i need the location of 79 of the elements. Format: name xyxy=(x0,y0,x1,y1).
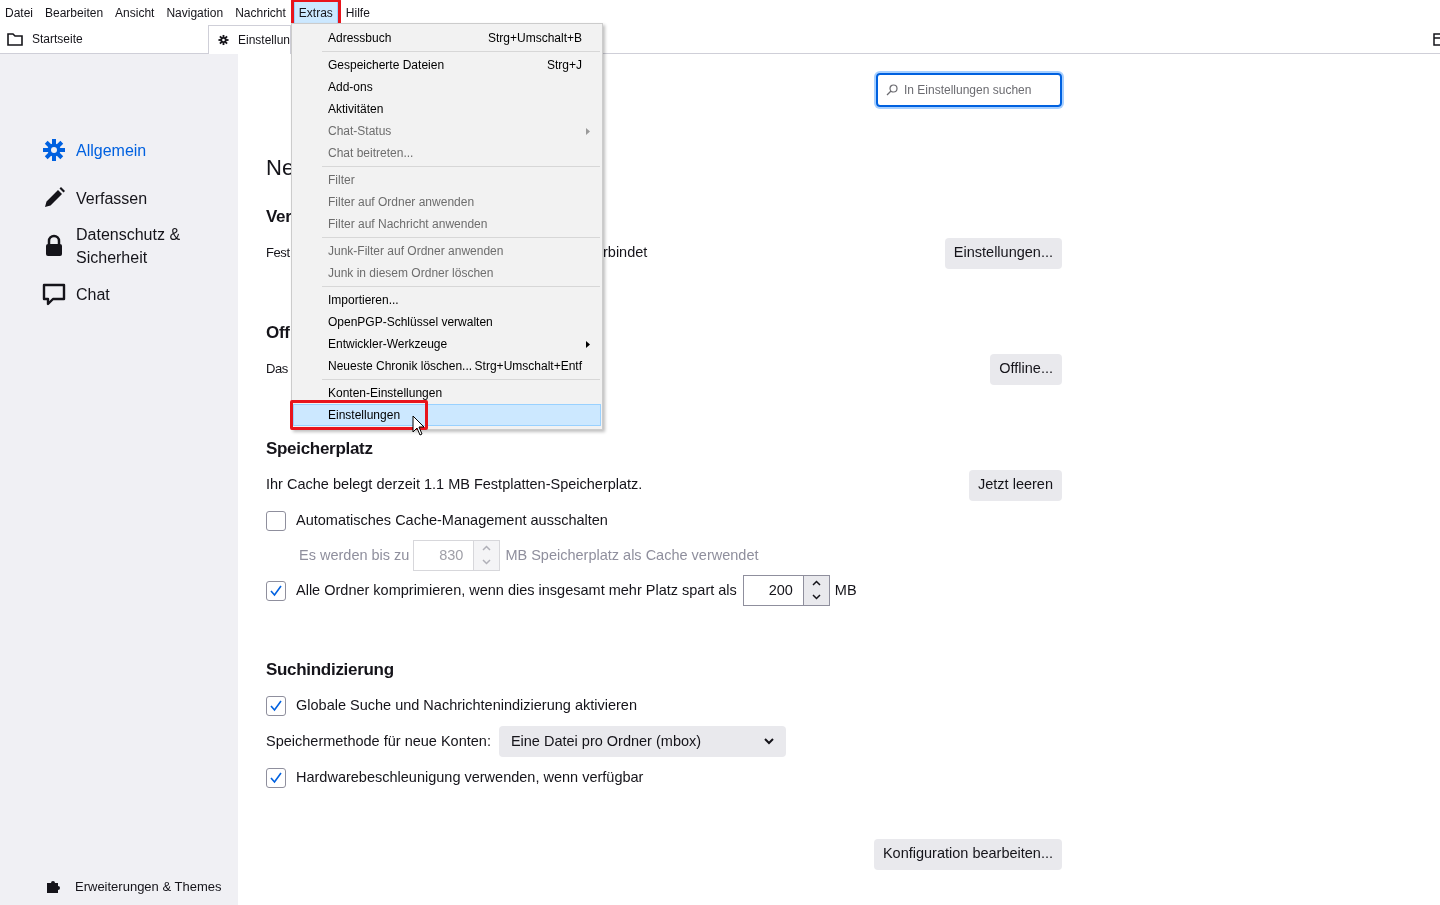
menu-item[interactable]: Datei xyxy=(1,1,37,25)
section-heading: Suchindizierung xyxy=(266,659,394,682)
menu-item: Filter auf Nachricht anwenden xyxy=(327,216,489,233)
unit-label: MB Speicherplatz als Cache verwendet xyxy=(505,545,759,565)
spin-up-icon xyxy=(474,541,500,555)
menu-item: Junk in diesem Ordner löschen xyxy=(327,265,495,282)
menu-item[interactable]: Navigation xyxy=(162,1,228,25)
spin-down-icon[interactable] xyxy=(803,590,829,605)
toolbar-icon[interactable] xyxy=(1433,32,1440,46)
tab[interactable]: Einstellun xyxy=(208,25,291,54)
button[interactable]: Offline... xyxy=(990,353,1062,385)
menu-item: Chat beitreten... xyxy=(327,145,415,162)
menu-item: Junk-Filter auf Ordner anwenden xyxy=(327,243,505,260)
chat-icon xyxy=(42,282,66,306)
spin-down-icon xyxy=(474,555,500,570)
description-text: Fest xyxy=(266,244,290,263)
menu-item[interactable]: Gespeicherte Dateien Strg+J xyxy=(293,54,601,76)
shortcut-label: Strg+J xyxy=(547,57,582,74)
unit-label: MB xyxy=(834,580,857,600)
description-text: Ihr Cache belegt derzeit 1.1 MB Festplatten-Speicherplatz. xyxy=(266,475,643,495)
puzzle-icon xyxy=(45,878,61,895)
menu-item[interactable]: Aktivitäten xyxy=(293,98,601,120)
description-text: rbindet xyxy=(603,243,648,263)
section-heading: Speicherplatz xyxy=(266,438,373,461)
menu-item[interactable]: Bearbeiten xyxy=(41,1,108,25)
checkbox[interactable] xyxy=(266,767,286,788)
settings-icon xyxy=(42,138,66,162)
search-field[interactable]: In Einstellungen suchen xyxy=(876,73,1062,107)
button[interactable]: Konfiguration bearbeiten... xyxy=(873,838,1062,870)
spin-up-icon[interactable] xyxy=(803,576,829,590)
number-field: 830 xyxy=(413,540,501,571)
checkbox-label: Hardwarebeschleunigung verwenden, wenn verfügbar xyxy=(296,767,644,787)
checkbox-label: Automatisches Cache-Management ausschalten xyxy=(296,510,608,530)
menu-item: Filter auf Ordner anwenden xyxy=(327,194,476,211)
field-label: Speichermethode für neue Konten: xyxy=(266,731,491,751)
sidebar-item[interactable]: Allgemein xyxy=(42,126,238,174)
menu-item[interactable]: Neueste Chronik löschen... Strg+Umschalt+Entf xyxy=(293,355,601,377)
menu-item[interactable]: OpenPGP-Schlüssel verwalten xyxy=(293,311,601,333)
folder-icon xyxy=(7,32,23,46)
search-icon xyxy=(886,84,898,96)
button[interactable]: Einstellungen... xyxy=(944,237,1062,269)
menu-item[interactable]: Nachricht xyxy=(231,1,290,25)
mouse-cursor-icon xyxy=(412,415,425,436)
menu-item[interactable]: Extras xyxy=(293,1,338,25)
checkbox-label: Alle Ordner komprimieren, wenn dies insgesamt mehr Platz spart als xyxy=(296,580,737,600)
sidebar-item[interactable]: Verfassen xyxy=(42,174,238,222)
sidebar-footer-link[interactable]: Erweiterungen & Themes xyxy=(0,876,238,896)
menu-item[interactable]: Ansicht xyxy=(111,1,159,25)
menu-item: Filter xyxy=(327,172,356,189)
section-heading: Ver xyxy=(266,206,292,229)
field-label: Es werden bis zu xyxy=(299,545,410,565)
pen-icon xyxy=(42,186,66,210)
menu-item[interactable]: Hilfe xyxy=(341,1,374,25)
settings-icon xyxy=(218,32,229,48)
checkbox-label: Globale Suche und Nachrichtenindizierung aktivieren xyxy=(296,695,637,715)
section-heading: Off xyxy=(266,322,290,345)
menu-item: Chat-Status xyxy=(293,120,601,142)
button[interactable]: Jetzt leeren xyxy=(969,469,1062,501)
chevron-down-icon xyxy=(763,738,774,745)
description-text: Das xyxy=(266,360,288,379)
menu-item[interactable]: Konten-Einstellungen xyxy=(293,382,601,404)
checkbox[interactable] xyxy=(266,510,286,531)
menu-item[interactable]: Entwickler-Werkzeuge xyxy=(293,333,601,355)
shortcut-label: Strg+Umschalt+B xyxy=(487,30,582,47)
submenu-arrow-icon xyxy=(586,128,590,135)
menu-item[interactable]: Add-ons xyxy=(293,76,601,98)
sidebar-item[interactable]: Datenschutz & Sicherheit xyxy=(42,222,238,270)
menu-item[interactable]: Importieren... xyxy=(293,289,601,311)
checkbox[interactable] xyxy=(266,695,286,716)
submenu-arrow-icon xyxy=(586,341,590,348)
number-field[interactable]: 200 xyxy=(742,575,830,606)
tab-label: Einstellun xyxy=(237,32,290,49)
tab-label: Startseite xyxy=(32,31,83,48)
menu-item[interactable]: Adressbuch Strg+Umschalt+B xyxy=(293,27,601,49)
checkbox[interactable] xyxy=(266,580,286,601)
sidebar-item[interactable]: Chat xyxy=(42,270,238,318)
shortcut-label: Strg+Umschalt+Entf xyxy=(474,358,582,375)
dropdown-select[interactable]: Eine Datei pro Ordner (mbox) xyxy=(498,726,786,757)
tab[interactable]: Startseite xyxy=(0,25,208,53)
